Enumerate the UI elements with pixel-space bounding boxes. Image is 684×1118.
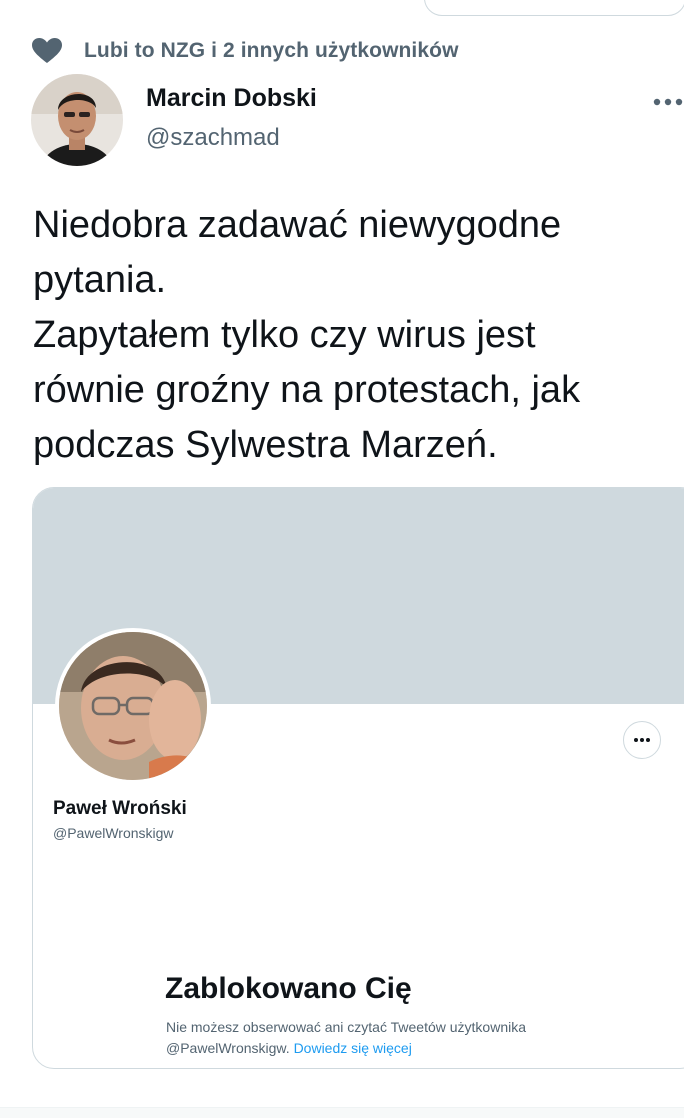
tweet-text: Niedobra zadawać niewygodne pytania. Zap… bbox=[33, 204, 581, 466]
social-context: Lubi to NZG i 2 innych użytkowników bbox=[32, 36, 459, 66]
author-handle[interactable]: @szachmad bbox=[146, 124, 280, 152]
social-context-text[interactable]: Lubi to NZG i 2 innych użytkowników bbox=[84, 39, 459, 63]
learn-more-link: Dowiedz się więcej bbox=[293, 1040, 412, 1056]
blocked-title: Zablokowano Cię bbox=[165, 972, 412, 1005]
more-options-icon[interactable] bbox=[652, 94, 684, 106]
tweet-divider bbox=[0, 1107, 684, 1118]
author-display-name[interactable]: Marcin Dobski bbox=[146, 84, 317, 113]
embedded-profile-name: Paweł Wroński bbox=[53, 798, 187, 819]
embedded-profile-avatar bbox=[55, 628, 211, 784]
previous-card-edge bbox=[424, 0, 684, 16]
blocked-description: Nie możesz obserwować ani czytać Tweetów… bbox=[166, 1017, 586, 1059]
heart-icon bbox=[32, 38, 62, 64]
embedded-image-card[interactable]: Paweł Wroński @PawelWronskigw Zablokowan… bbox=[32, 487, 684, 1069]
embedded-profile-handle: @PawelWronskigw bbox=[53, 825, 174, 841]
embedded-more-icon bbox=[623, 721, 661, 759]
author-avatar[interactable] bbox=[31, 74, 123, 166]
